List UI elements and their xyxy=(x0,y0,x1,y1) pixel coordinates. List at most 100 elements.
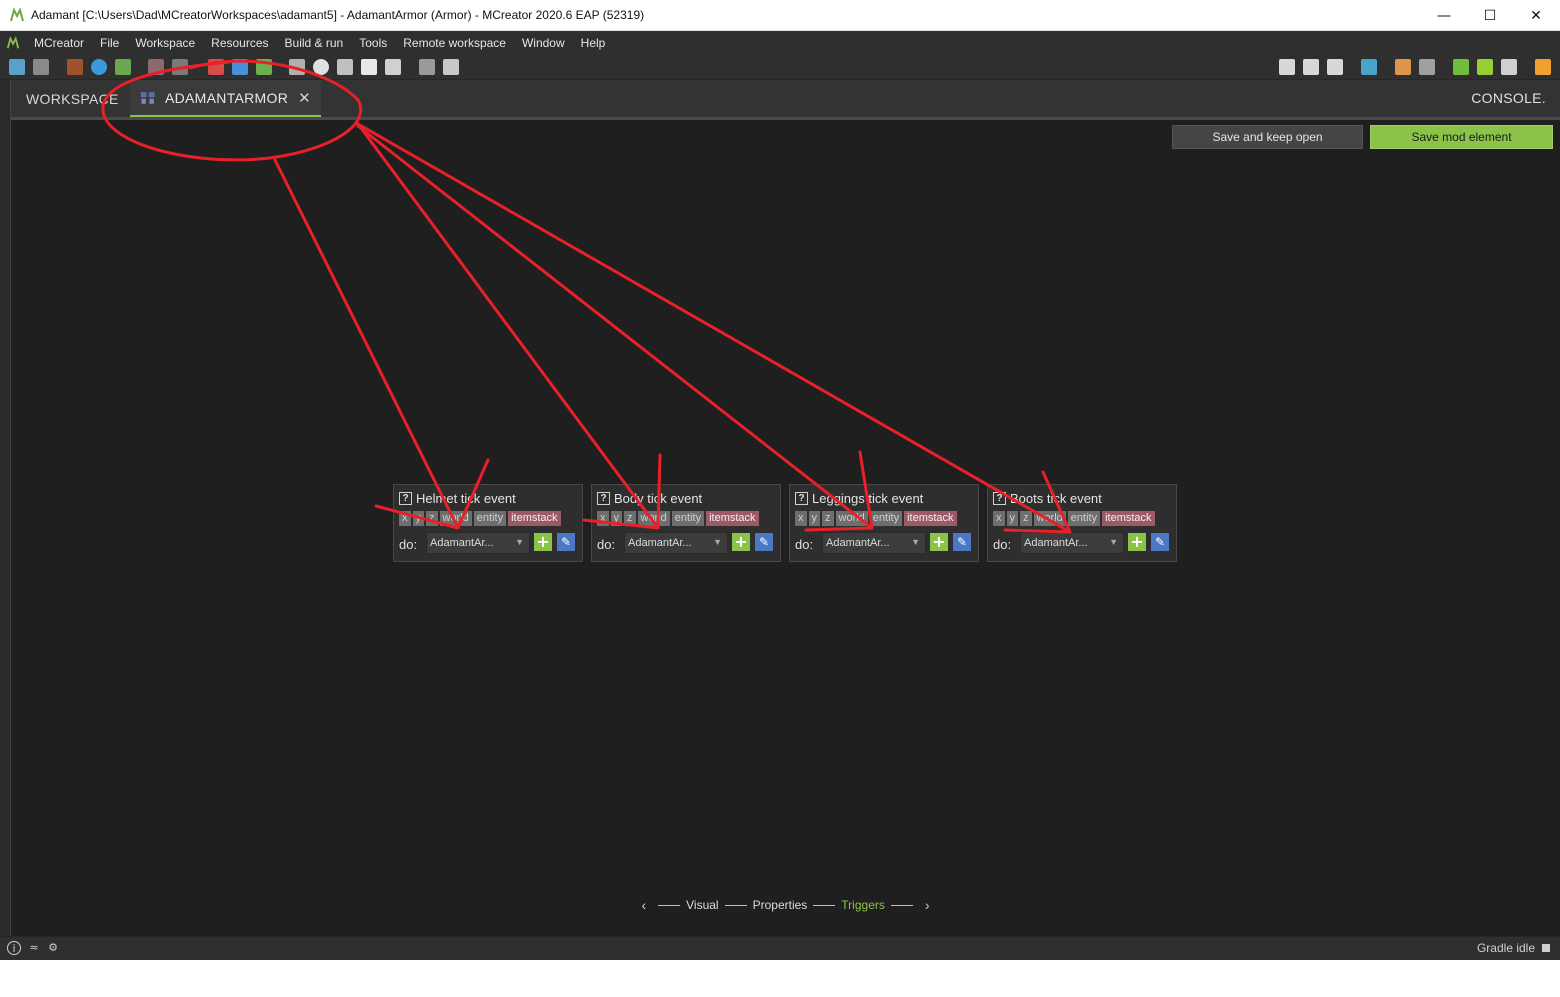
app-frame: MCreator File Workspace Resources Build … xyxy=(0,31,1560,960)
block-texture-icon[interactable] xyxy=(208,59,224,75)
menu-remote-workspace[interactable]: Remote workspace xyxy=(395,36,514,50)
dep-entity: entity xyxy=(671,511,705,526)
help-icon[interactable]: ? xyxy=(993,492,1006,505)
dep-itemstack: itemstack xyxy=(508,511,561,526)
procedure-select[interactable]: AdamantAr... ▼ xyxy=(624,532,728,554)
dep-world: world xyxy=(1033,511,1066,526)
minimize-button[interactable]: — xyxy=(1421,0,1467,31)
chevron-down-icon: ▼ xyxy=(911,537,920,547)
menu-mcreator[interactable]: MCreator xyxy=(26,36,92,50)
new-element-icon[interactable] xyxy=(9,59,25,75)
trigger-title: Boots tick event xyxy=(1010,491,1102,506)
edit-procedure-button[interactable]: ✎ xyxy=(953,533,971,551)
pull-icon[interactable] xyxy=(1303,59,1319,75)
toolbar xyxy=(0,54,1560,80)
menu-file[interactable]: File xyxy=(92,36,127,50)
help-icon[interactable]: ? xyxy=(399,492,412,505)
run-server-icon[interactable] xyxy=(1477,59,1493,75)
trigger-title: Leggings tick event xyxy=(812,491,924,506)
gradle-status: Gradle idle xyxy=(1476,941,1535,955)
taskbar-strip xyxy=(0,960,1560,997)
eraser-icon[interactable] xyxy=(1395,59,1411,75)
edit-icon[interactable] xyxy=(443,59,459,75)
trigger-card-leggings: ? Leggings tick event x y z world entity… xyxy=(789,484,979,562)
dep-itemstack: itemstack xyxy=(706,511,759,526)
model-icon[interactable] xyxy=(172,59,188,75)
add-procedure-button[interactable]: + xyxy=(534,533,552,551)
save-and-keep-open-button[interactable]: Save and keep open xyxy=(1172,125,1363,149)
add-procedure-button[interactable]: + xyxy=(732,533,750,551)
menu-tools[interactable]: Tools xyxy=(351,36,395,50)
edit-procedure-button[interactable]: ✎ xyxy=(755,533,773,551)
do-label: do: xyxy=(597,537,616,552)
animation-icon[interactable] xyxy=(337,59,353,75)
mcreator-menu-icon[interactable] xyxy=(0,31,26,54)
add-procedure-button[interactable]: + xyxy=(930,533,948,551)
dependency-list: x y z world entity itemstack xyxy=(399,511,561,526)
close-tab-icon[interactable]: ✕ xyxy=(298,89,311,107)
tab-workspace[interactable]: WORKSPACE xyxy=(16,80,129,118)
import-icon[interactable] xyxy=(67,59,83,75)
procedure-select[interactable]: AdamantAr... ▼ xyxy=(426,532,530,554)
sound-icon[interactable] xyxy=(313,59,329,75)
dep-x: x xyxy=(597,511,609,526)
page-properties[interactable]: Properties xyxy=(753,898,808,912)
item-texture-icon[interactable] xyxy=(232,59,248,75)
push-icon[interactable] xyxy=(1327,59,1343,75)
dep-z: z xyxy=(426,511,438,526)
stop-gradle-icon[interactable] xyxy=(1542,944,1550,952)
menu-resources[interactable]: Resources xyxy=(203,36,276,50)
mcreator-logo-icon xyxy=(10,7,24,22)
dep-y: y xyxy=(610,511,622,526)
edit-procedure-button[interactable]: ✎ xyxy=(1151,533,1169,551)
help-icon[interactable]: ? xyxy=(597,492,610,505)
log-icon[interactable]: ≈ xyxy=(27,941,41,955)
build-hammer-icon[interactable] xyxy=(1419,59,1435,75)
dependency-list: x y z world entity itemstack xyxy=(993,511,1155,526)
tab-adamantarmor[interactable]: ADAMANTARMOR ✕ xyxy=(130,80,321,118)
menu-workspace[interactable]: Workspace xyxy=(127,36,203,50)
menu-window[interactable]: Window xyxy=(514,36,573,50)
do-label: do: xyxy=(795,537,814,552)
next-page-button[interactable]: › xyxy=(919,897,936,913)
texture-icon[interactable] xyxy=(148,59,164,75)
variables-icon[interactable] xyxy=(419,59,435,75)
edit-procedure-button[interactable]: ✎ xyxy=(557,533,575,551)
info-icon[interactable]: i xyxy=(7,941,21,955)
console-tab[interactable]: CONSOLE. xyxy=(1471,90,1546,106)
tab-workspace-label: WORKSPACE xyxy=(26,91,119,107)
help-icon[interactable]: ? xyxy=(795,492,808,505)
setup-icon[interactable] xyxy=(1361,59,1377,75)
maximize-button[interactable]: ☐ xyxy=(1467,0,1513,31)
image-icon[interactable] xyxy=(115,59,131,75)
workspace-settings-icon[interactable] xyxy=(33,59,49,75)
trigger-card-boots: ? Boots tick event x y z world entity it… xyxy=(987,484,1177,562)
armor-texture-icon[interactable] xyxy=(256,59,272,75)
procedure-select[interactable]: AdamantAr... ▼ xyxy=(1020,532,1124,554)
dep-world: world xyxy=(637,511,670,526)
export-icon[interactable] xyxy=(1535,59,1551,75)
dep-y: y xyxy=(1006,511,1018,526)
dep-entity: entity xyxy=(869,511,903,526)
left-collapse-strip[interactable] xyxy=(0,80,11,936)
dep-y: y xyxy=(808,511,820,526)
git-branch-icon[interactable] xyxy=(1279,59,1295,75)
run-client-icon[interactable] xyxy=(1453,59,1469,75)
close-window-button[interactable]: ✕ xyxy=(1513,0,1559,31)
procedure-select[interactable]: AdamantAr... ▼ xyxy=(822,532,926,554)
menu-build-run[interactable]: Build & run xyxy=(277,36,352,50)
add-procedure-button[interactable]: + xyxy=(1128,533,1146,551)
save-mod-element-button[interactable]: Save mod element xyxy=(1370,125,1553,149)
package-icon[interactable] xyxy=(385,59,401,75)
previous-page-button[interactable]: ‹ xyxy=(635,897,652,913)
structure-icon[interactable] xyxy=(289,59,305,75)
dep-z: z xyxy=(624,511,636,526)
settings-gear-icon[interactable]: ⚙ xyxy=(46,941,60,955)
page-visual[interactable]: Visual xyxy=(686,898,718,912)
page-triggers[interactable]: Triggers xyxy=(841,898,885,912)
stop-icon[interactable] xyxy=(1501,59,1517,75)
menu-help[interactable]: Help xyxy=(573,36,614,50)
dep-world: world xyxy=(439,511,472,526)
globe-icon[interactable] xyxy=(91,59,107,75)
tools-icon[interactable] xyxy=(361,59,377,75)
